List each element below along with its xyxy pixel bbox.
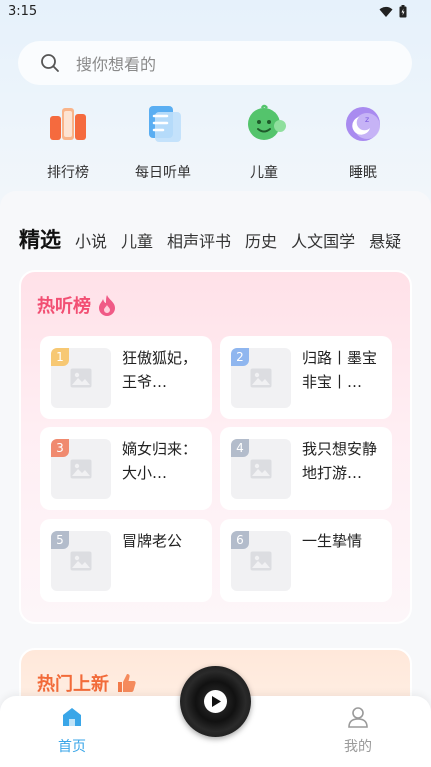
tab-children[interactable]: 儿童 — [121, 228, 153, 252]
quick-link-ranking[interactable]: 排行榜 — [23, 102, 113, 182]
hot-list-title: 热听榜 — [37, 296, 91, 317]
quick-link-daily-list[interactable]: 每日听单 — [118, 102, 208, 182]
ranking-icon — [46, 102, 90, 146]
children-icon — [242, 102, 286, 146]
wifi-icon — [379, 6, 393, 17]
user-icon — [348, 707, 368, 728]
book-cover: 2 — [231, 348, 291, 408]
rank-badge: 2 — [231, 348, 249, 366]
book-title: 我只想安静地打游… — [302, 440, 378, 482]
play-icon — [212, 696, 221, 707]
image-placeholder-icon — [250, 459, 272, 479]
quick-link-label: 排行榜 — [47, 165, 89, 181]
tab-history[interactable]: 历史 — [245, 228, 277, 252]
book-title: 嫡女归来：大小… — [122, 440, 198, 482]
tab-crosstalk[interactable]: 相声评书 — [167, 228, 231, 252]
new-releases-header[interactable]: 热门上新 — [37, 670, 137, 696]
nav-mine[interactable]: 我的 — [328, 706, 388, 756]
search-placeholder: 搜你想看的 — [76, 55, 157, 74]
quick-link-label: 儿童 — [250, 165, 278, 181]
search-icon — [41, 54, 59, 72]
book-card-5[interactable]: 5 冒牌老公 — [40, 519, 212, 602]
status-time: 3:15 — [8, 4, 38, 19]
book-cover: 6 — [231, 531, 291, 591]
status-icons — [379, 5, 407, 18]
rank-badge: 6 — [231, 531, 249, 549]
book-cover: 5 — [51, 531, 111, 591]
tab-humanities[interactable]: 人文国学 — [291, 228, 355, 252]
flame-icon — [99, 295, 115, 316]
book-card-4[interactable]: 4 我只想安静地打游… — [220, 427, 392, 510]
play-button[interactable] — [204, 690, 227, 713]
book-title: 归路丨墨宝非宝丨… — [302, 349, 378, 391]
book-title: 冒牌老公 — [122, 532, 183, 550]
image-placeholder-icon — [70, 551, 92, 571]
hot-list-card: 热听榜 1 狂傲狐妃，王爷… 2 归路丨墨宝非宝丨… 3 嫡女归来：大小… 4 … — [19, 270, 412, 624]
hot-list-header[interactable]: 热听榜 — [37, 292, 117, 318]
quick-link-label: 睡眠 — [349, 165, 377, 181]
image-placeholder-icon — [70, 368, 92, 388]
nav-home-label: 首页 — [58, 739, 86, 755]
book-cover: 3 — [51, 439, 111, 499]
home-icon — [63, 708, 81, 726]
category-tabs: 精选 小说 儿童 相声评书 历史 人文国学 悬疑 — [19, 224, 401, 252]
daily-list-icon — [141, 102, 185, 146]
book-title: 狂傲狐妃，王爷… — [122, 349, 198, 391]
book-card-1[interactable]: 1 狂傲狐妃，王爷… — [40, 336, 212, 419]
book-title: 一生挚情 — [302, 532, 363, 550]
thumbs-up-icon — [118, 674, 136, 692]
rank-badge: 4 — [231, 439, 249, 457]
nav-home[interactable]: 首页 — [42, 706, 102, 756]
tab-novel[interactable]: 小说 — [75, 228, 107, 252]
tab-suspense[interactable]: 悬疑 — [369, 228, 401, 252]
nav-mine-label: 我的 — [344, 739, 372, 755]
image-placeholder-icon — [250, 368, 272, 388]
image-placeholder-icon — [70, 459, 92, 479]
book-cover: 1 — [51, 348, 111, 408]
search-bar[interactable]: 搜你想看的 — [18, 41, 412, 85]
quick-links: 排行榜 每日听单 儿童 z 睡眠 — [0, 102, 431, 184]
quick-link-children[interactable]: 儿童 — [219, 102, 309, 182]
quick-link-sleep[interactable]: z 睡眠 — [318, 102, 408, 182]
book-card-6[interactable]: 6 一生挚情 — [220, 519, 392, 602]
book-card-3[interactable]: 3 嫡女归来：大小… — [40, 427, 212, 510]
rank-badge: 5 — [51, 531, 69, 549]
svg-text:z: z — [365, 115, 369, 124]
mini-player-disc[interactable] — [180, 666, 251, 737]
new-releases-title: 热门上新 — [37, 674, 109, 695]
book-card-2[interactable]: 2 归路丨墨宝非宝丨… — [220, 336, 392, 419]
rank-badge: 1 — [51, 348, 69, 366]
book-cover: 4 — [231, 439, 291, 499]
battery-icon — [399, 5, 407, 18]
image-placeholder-icon — [250, 551, 272, 571]
status-bar: 3:15 — [0, 0, 431, 26]
rank-badge: 3 — [51, 439, 69, 457]
sleep-icon: z — [341, 102, 385, 146]
quick-link-label: 每日听单 — [135, 165, 191, 181]
tab-featured[interactable]: 精选 — [19, 224, 61, 254]
